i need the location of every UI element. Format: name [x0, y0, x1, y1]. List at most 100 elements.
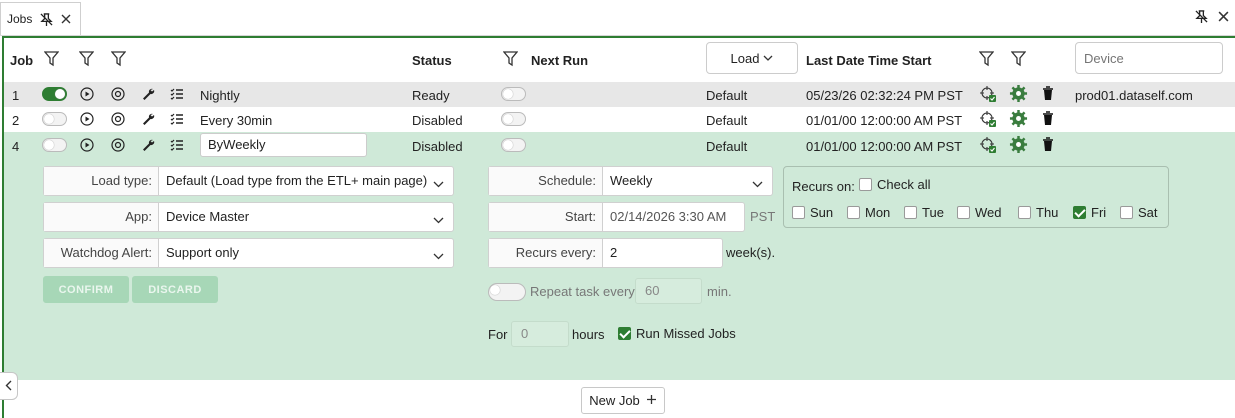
filter-icon[interactable] — [43, 51, 60, 70]
repeat-interval-input[interactable]: 60 — [635, 278, 702, 304]
load-type-select[interactable]: Load type: Default (Load type from the E… — [43, 166, 454, 196]
job-number: 2 — [12, 113, 20, 128]
next-run-toggle[interactable] — [501, 87, 526, 101]
settings-gears-icon[interactable] — [1009, 109, 1028, 131]
app-select[interactable]: App: Device Master — [43, 202, 454, 232]
enable-toggle[interactable] — [42, 138, 67, 152]
day-checkbox-sat[interactable]: Sat — [1120, 205, 1158, 220]
for-hours-value: 0 — [521, 326, 529, 341]
trash-icon[interactable] — [1042, 86, 1054, 104]
table-row[interactable]: 1 Nightly Ready Default 05/23/26 02:32:2… — [4, 82, 1235, 107]
check-icon — [618, 327, 631, 340]
wrench-icon[interactable] — [141, 87, 155, 104]
target-check-icon[interactable] — [979, 85, 997, 106]
job-status: Ready — [412, 88, 450, 103]
watchdog-alert-select[interactable]: Watchdog Alert: Support only — [43, 238, 454, 268]
wrench-icon[interactable] — [141, 138, 155, 155]
schedule-label: Schedule: — [538, 173, 596, 188]
stop-icon[interactable] — [111, 138, 125, 155]
chevron-down-icon — [763, 55, 773, 62]
enable-toggle[interactable] — [42, 112, 67, 126]
collapse-sidebar-button[interactable] — [0, 372, 18, 400]
task-list-icon[interactable] — [170, 138, 184, 155]
device-value: prod01.dataself.com — [1075, 88, 1193, 103]
target-check-icon[interactable] — [979, 136, 997, 157]
load-button-label: Load — [730, 50, 760, 66]
next-run-toggle[interactable] — [501, 138, 526, 152]
stop-icon[interactable] — [111, 87, 125, 104]
for-unit: hours — [572, 327, 605, 342]
discard-button[interactable]: DISCARD — [132, 276, 218, 303]
start-timezone: PST — [750, 209, 776, 224]
close-panel-icon[interactable] — [1218, 11, 1229, 22]
last-start-value: 05/23/26 02:32:24 PM PST — [806, 88, 963, 103]
day-label: Fri — [1091, 205, 1107, 220]
for-label: For — [488, 327, 508, 342]
new-job-button[interactable]: New Job — [581, 387, 665, 414]
filter-icon[interactable] — [502, 51, 519, 70]
day-checkbox-tue[interactable]: Tue — [904, 205, 944, 220]
run-missed-jobs-checkbox[interactable]: Run Missed Jobs — [618, 326, 736, 341]
enable-toggle[interactable] — [42, 87, 67, 101]
tab-jobs[interactable]: Jobs — [0, 2, 81, 35]
repeat-task-label: Repeat task every — [530, 284, 635, 299]
close-tab-icon[interactable] — [61, 14, 71, 24]
task-list-icon[interactable] — [170, 87, 184, 104]
stop-icon[interactable] — [111, 112, 125, 129]
last-start-value: 01/01/00 12:00:00 AM PST — [806, 139, 963, 154]
unpin-icon[interactable] — [40, 12, 54, 26]
schedule-select[interactable]: Schedule: Weekly — [488, 166, 773, 196]
day-checkbox-fri[interactable]: Fri — [1073, 205, 1106, 220]
table-row[interactable]: 2 Every 30min Disabled Default 01/01/00 … — [4, 107, 1235, 132]
repeat-interval-value: 60 — [645, 283, 660, 298]
col-last-start: Last Date Time Start — [806, 53, 932, 68]
day-label: Tue — [922, 205, 944, 220]
day-checkbox-mon[interactable]: Mon — [847, 205, 890, 220]
table-row[interactable]: 4 ByWeekly Disabled Default 01/01/00 12:… — [4, 132, 1235, 157]
device-filter-input[interactable] — [1075, 42, 1223, 74]
run-icon[interactable] — [80, 138, 94, 155]
recurs-on-label: Recurs on: — [792, 179, 855, 194]
filter-icon[interactable] — [110, 51, 127, 70]
day-checkbox-thu[interactable]: Thu — [1018, 205, 1058, 220]
tab-bar: Jobs — [0, 0, 1235, 36]
trash-icon[interactable] — [1042, 137, 1054, 155]
filter-icon[interactable] — [1010, 51, 1027, 70]
wrench-icon[interactable] — [141, 112, 155, 129]
unpin-icon[interactable] — [1195, 10, 1208, 23]
recurs-every-value: 2 — [610, 245, 618, 260]
col-next-run: Next Run — [531, 53, 589, 68]
start-datetime-input[interactable]: Start: 02/14/2026 3:30 AM — [488, 202, 745, 232]
tab-title: Jobs — [7, 12, 33, 26]
load-type-value: Default (Load type from the ETL+ main pa… — [166, 173, 428, 188]
settings-gears-icon[interactable] — [1009, 84, 1028, 106]
jobs-panel: Job Status Next Run Load Last Date Time … — [2, 36, 1235, 418]
confirm-button[interactable]: CONFIRM — [43, 276, 129, 303]
next-run-toggle[interactable] — [501, 112, 526, 126]
run-missed-label: Run Missed Jobs — [636, 326, 736, 341]
filter-icon[interactable] — [978, 51, 995, 70]
repeat-task-toggle[interactable] — [488, 283, 526, 301]
chevron-down-icon — [752, 176, 763, 191]
run-icon[interactable] — [80, 87, 94, 104]
for-hours-input[interactable]: 0 — [511, 321, 569, 347]
filter-icon[interactable] — [78, 51, 95, 70]
load-dropdown-button[interactable]: Load — [706, 42, 798, 74]
start-label: Start: — [564, 209, 596, 224]
day-label: Mon — [865, 205, 891, 220]
job-name: Every 30min — [200, 113, 273, 128]
task-list-icon[interactable] — [170, 112, 184, 129]
last-start-value: 01/01/00 12:00:00 AM PST — [806, 113, 963, 128]
day-label: Sun — [810, 205, 834, 220]
chevron-left-icon — [5, 379, 12, 394]
watchdog-label: Watchdog Alert: — [60, 245, 152, 260]
trash-icon[interactable] — [1042, 111, 1054, 129]
recurs-every-input[interactable]: Recurs every: 2 — [488, 238, 723, 268]
check-all-checkbox[interactable]: Check all — [859, 177, 930, 192]
run-icon[interactable] — [80, 112, 94, 129]
day-checkbox-wed[interactable]: Wed — [957, 205, 1002, 220]
job-name-input[interactable]: ByWeekly — [200, 133, 367, 157]
settings-gears-icon[interactable] — [1009, 135, 1028, 157]
day-checkbox-sun[interactable]: Sun — [792, 205, 833, 220]
target-check-icon[interactable] — [979, 110, 997, 131]
